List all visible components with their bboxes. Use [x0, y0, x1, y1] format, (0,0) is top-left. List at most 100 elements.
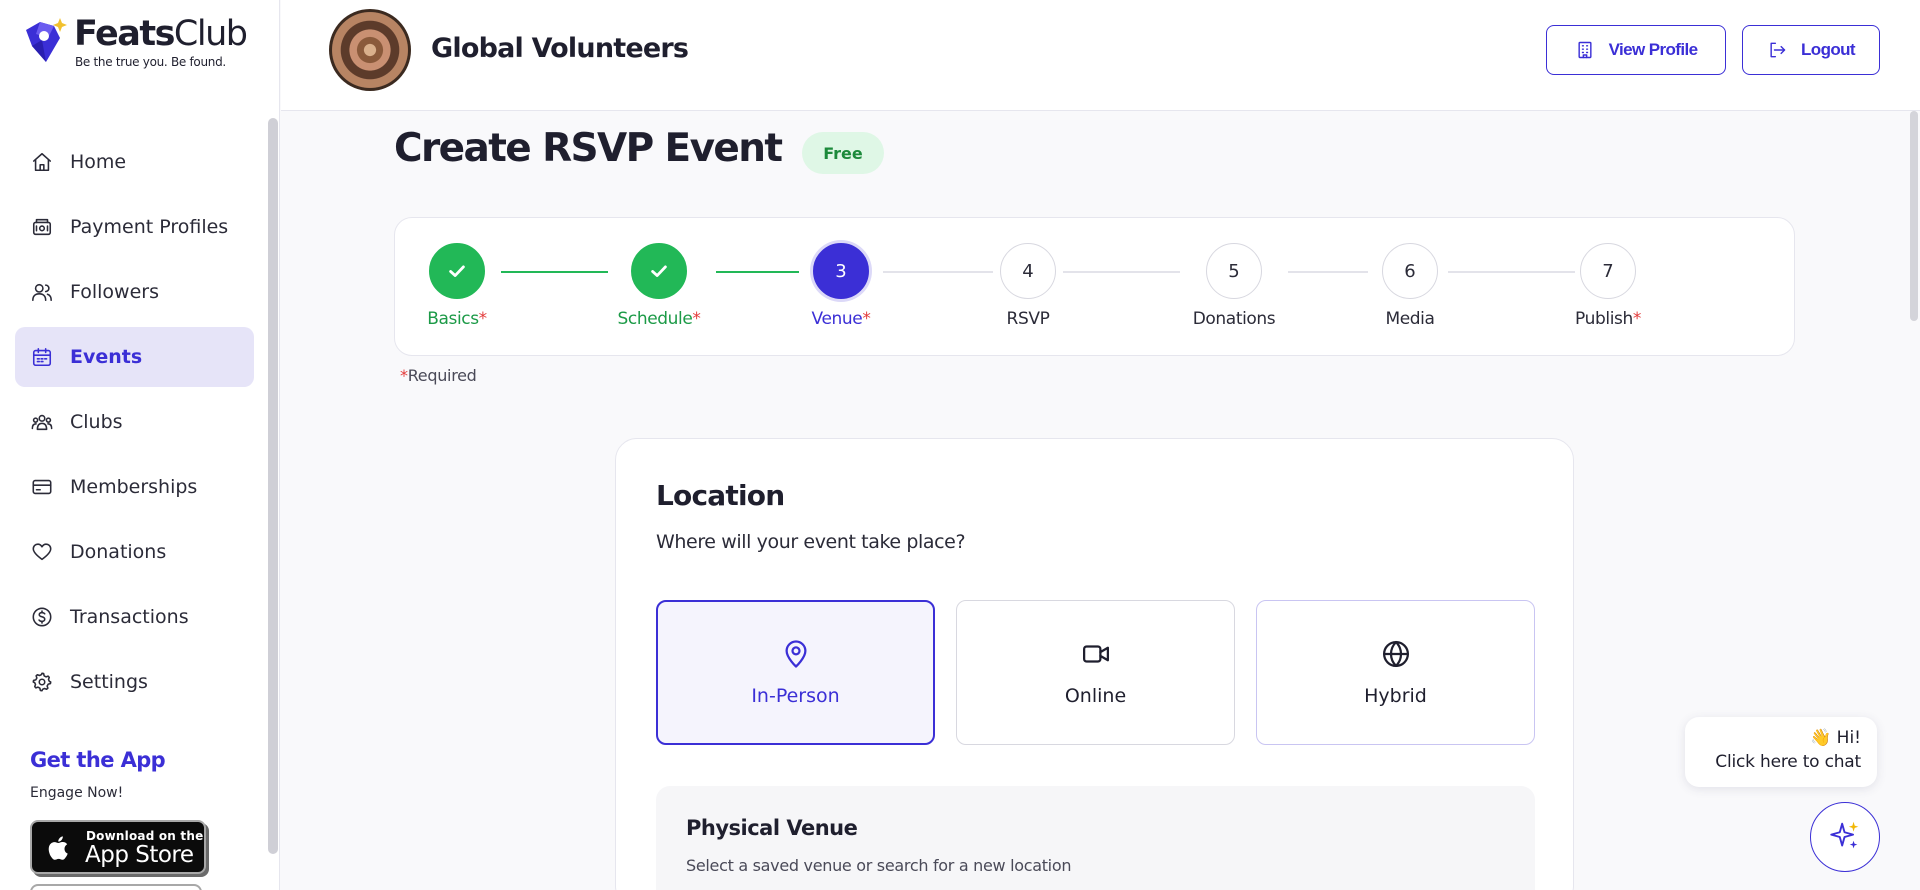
step-circle	[429, 243, 485, 299]
org-name: Global Volunteers	[431, 33, 689, 64]
location-option-online[interactable]: Online	[956, 600, 1235, 745]
view-profile-label: View Profile	[1608, 40, 1698, 59]
sidebar-item-label: Events	[70, 346, 143, 368]
sidebar-item-label: Home	[70, 151, 127, 173]
gear-icon	[30, 670, 54, 694]
sidebar-item-settings[interactable]: Settings	[15, 652, 254, 712]
event-stepper: Basics* Schedule* 3 Venue* 4 RSVP 5 Dona…	[394, 217, 1795, 356]
sidebar-item-home[interactable]: Home	[15, 132, 254, 192]
sidebar-item-transactions[interactable]: Transactions	[15, 587, 254, 647]
step-label: Venue*	[811, 309, 871, 329]
step-basics[interactable]: Basics*	[382, 243, 532, 329]
sidebar-nav: Home Payment Profiles Followers Events C…	[15, 132, 254, 717]
logo-mark-icon	[26, 18, 67, 62]
heart-icon	[30, 540, 54, 564]
top-header: Global Volunteers View Profile Logout	[281, 0, 1920, 111]
step-publish[interactable]: 7 Publish*	[1533, 243, 1683, 329]
step-circle: 6	[1382, 243, 1438, 299]
app-store-big-text: App Store	[85, 842, 194, 868]
step-label: Basics*	[427, 309, 488, 329]
apple-icon	[48, 836, 68, 860]
sidebar-item-memberships[interactable]: Memberships	[15, 457, 254, 517]
main-scrollbar[interactable]	[1910, 111, 1918, 321]
option-label: Hybrid	[1364, 684, 1427, 707]
card-icon	[30, 475, 54, 499]
sidebar-item-label: Clubs	[70, 411, 123, 433]
featsclub-logo[interactable]: FeatsClub Be the true you. Be found.	[20, 14, 260, 74]
required-asterisk: *	[478, 309, 488, 329]
sparkles-icon	[1830, 821, 1859, 849]
logout-label: Logout	[1801, 40, 1856, 59]
physical-venue-panel: Physical Venue Select a saved venue or s…	[656, 786, 1535, 890]
globe-icon	[1382, 640, 1409, 667]
building-icon	[1578, 41, 1592, 59]
group-icon	[30, 410, 54, 434]
location-option-hybrid[interactable]: Hybrid	[1256, 600, 1535, 745]
check-icon	[449, 265, 465, 277]
dollar-circle-icon	[30, 605, 54, 629]
logo-tagline: Be the true you. Be found.	[75, 55, 226, 69]
chat-prompt-text: Click here to chat	[1715, 752, 1861, 772]
step-label: Schedule*	[617, 309, 701, 329]
step-venue[interactable]: 3 Venue*	[766, 243, 916, 329]
step-donations[interactable]: 5 Donations	[1159, 243, 1309, 329]
users-icon	[30, 280, 54, 304]
step-rsvp[interactable]: 4 RSVP	[953, 243, 1103, 329]
sidebar-item-followers[interactable]: Followers	[15, 262, 254, 322]
app-store-small-text: Download on the	[86, 829, 204, 843]
org-avatar[interactable]	[329, 9, 411, 91]
step-circle: 4	[1000, 243, 1056, 299]
chat-launcher-button[interactable]	[1810, 802, 1880, 872]
view-profile-button[interactable]: View Profile	[1546, 25, 1726, 75]
sidebar-item-label: Payment Profiles	[70, 216, 229, 238]
chat-greeting: 👋 Hi!	[1810, 728, 1861, 748]
step-circle: 5	[1206, 243, 1262, 299]
step-label: Media	[1385, 309, 1435, 329]
required-asterisk: *	[1632, 309, 1642, 329]
sidebar-item-clubs[interactable]: Clubs	[15, 392, 254, 452]
app-store-badge[interactable]: Download on the App Store	[30, 820, 206, 874]
logout-button[interactable]: Logout	[1742, 25, 1880, 75]
logo-wordmark: FeatsClub	[74, 14, 248, 54]
option-label: Online	[1064, 684, 1127, 707]
step-label: RSVP	[1006, 309, 1050, 329]
venue-title: Physical Venue	[686, 816, 858, 840]
step-label: Publish*	[1575, 309, 1642, 329]
location-title: Location	[656, 479, 785, 512]
logout-icon	[1770, 42, 1786, 58]
required-asterisk: *	[692, 309, 701, 329]
required-note: *Required	[400, 366, 477, 385]
sidebar-item-donations[interactable]: Donations	[15, 522, 254, 582]
wallet-icon	[30, 215, 54, 239]
option-label: In-Person	[751, 684, 840, 707]
location-option-in-person[interactable]: In-Person	[656, 600, 935, 745]
check-icon	[651, 265, 667, 277]
required-asterisk: *	[400, 366, 408, 385]
chat-prompt-bubble[interactable]: 👋 Hi! Click here to chat	[1685, 717, 1877, 787]
get-the-app-heading: Get the App	[30, 748, 166, 772]
engage-now-text: Engage Now!	[30, 785, 124, 801]
google-play-badge[interactable]	[30, 884, 202, 890]
sidebar-item-label: Donations	[70, 541, 167, 563]
step-schedule[interactable]: Schedule*	[584, 243, 734, 329]
step-circle: 7	[1580, 243, 1636, 299]
location-card: Location Where will your event take plac…	[615, 438, 1574, 890]
venue-subtitle: Select a saved venue or search for a new…	[686, 856, 1072, 875]
location-subtitle: Where will your event take place?	[656, 531, 966, 553]
step-media[interactable]: 6 Media	[1335, 243, 1485, 329]
free-badge: Free	[802, 132, 884, 174]
calendar-icon	[30, 345, 54, 369]
sidebar-item-label: Memberships	[70, 476, 198, 498]
sidebar-item-label: Followers	[70, 281, 159, 303]
home-icon	[30, 150, 54, 174]
step-label: Donations	[1192, 309, 1276, 329]
step-circle: 3	[813, 243, 869, 299]
map-pin-icon	[785, 639, 806, 668]
sidebar-scrollbar[interactable]	[268, 118, 278, 854]
sidebar-item-payment-profiles[interactable]: Payment Profiles	[15, 197, 254, 257]
required-asterisk: *	[862, 309, 871, 329]
sidebar-item-events[interactable]: Events	[15, 327, 254, 387]
video-icon	[1082, 644, 1109, 663]
step-circle	[631, 243, 687, 299]
page-title: Create RSVP Event	[394, 126, 783, 171]
